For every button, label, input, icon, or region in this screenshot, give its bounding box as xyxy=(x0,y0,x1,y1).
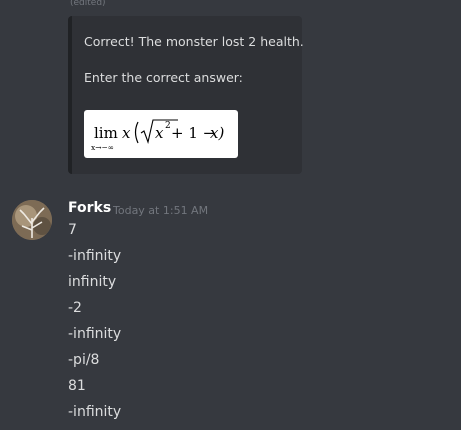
formula-image[interactable]: lim x→−∞ x x 2 + 1 − x) xyxy=(84,110,238,158)
formula-x-close: x) xyxy=(210,124,224,142)
message-text: infinity xyxy=(68,274,117,290)
message-text: -infinity xyxy=(68,326,122,342)
formula-subscript: x→−∞ xyxy=(91,143,114,152)
message-text: -2 xyxy=(68,300,82,316)
message-text: 81 xyxy=(68,378,86,394)
limit-formula: lim x→−∞ x x 2 + 1 − x) xyxy=(91,119,224,152)
message-text: 7 xyxy=(68,222,77,238)
formula-exponent: 2 xyxy=(165,121,171,131)
embed-result-text: Correct! The monster lost 2 health. xyxy=(84,34,304,49)
author-name[interactable]: Forks xyxy=(68,200,111,216)
avatar[interactable] xyxy=(12,200,52,240)
chat-view: (edited) Correct! The monster lost 2 hea… xyxy=(0,0,461,430)
formula-open-paren xyxy=(134,121,139,144)
formula-plus-one: + 1 − xyxy=(171,124,215,142)
formula-x-radicand: x xyxy=(155,124,164,142)
formula-lim: lim xyxy=(94,124,118,142)
message-timestamp: Today at 1:51 AM xyxy=(113,204,209,217)
message-text: -infinity xyxy=(68,404,122,420)
formula-x-factor: x xyxy=(122,124,131,142)
bot-embed: Correct! The monster lost 2 health. Ente… xyxy=(68,16,304,174)
embed-prompt-text: Enter the correct answer: xyxy=(84,70,243,85)
message-text: -pi/8 xyxy=(68,352,100,368)
edited-label: (edited) xyxy=(70,0,106,8)
message-text: -infinity xyxy=(68,248,122,264)
avatar-image xyxy=(12,200,52,240)
